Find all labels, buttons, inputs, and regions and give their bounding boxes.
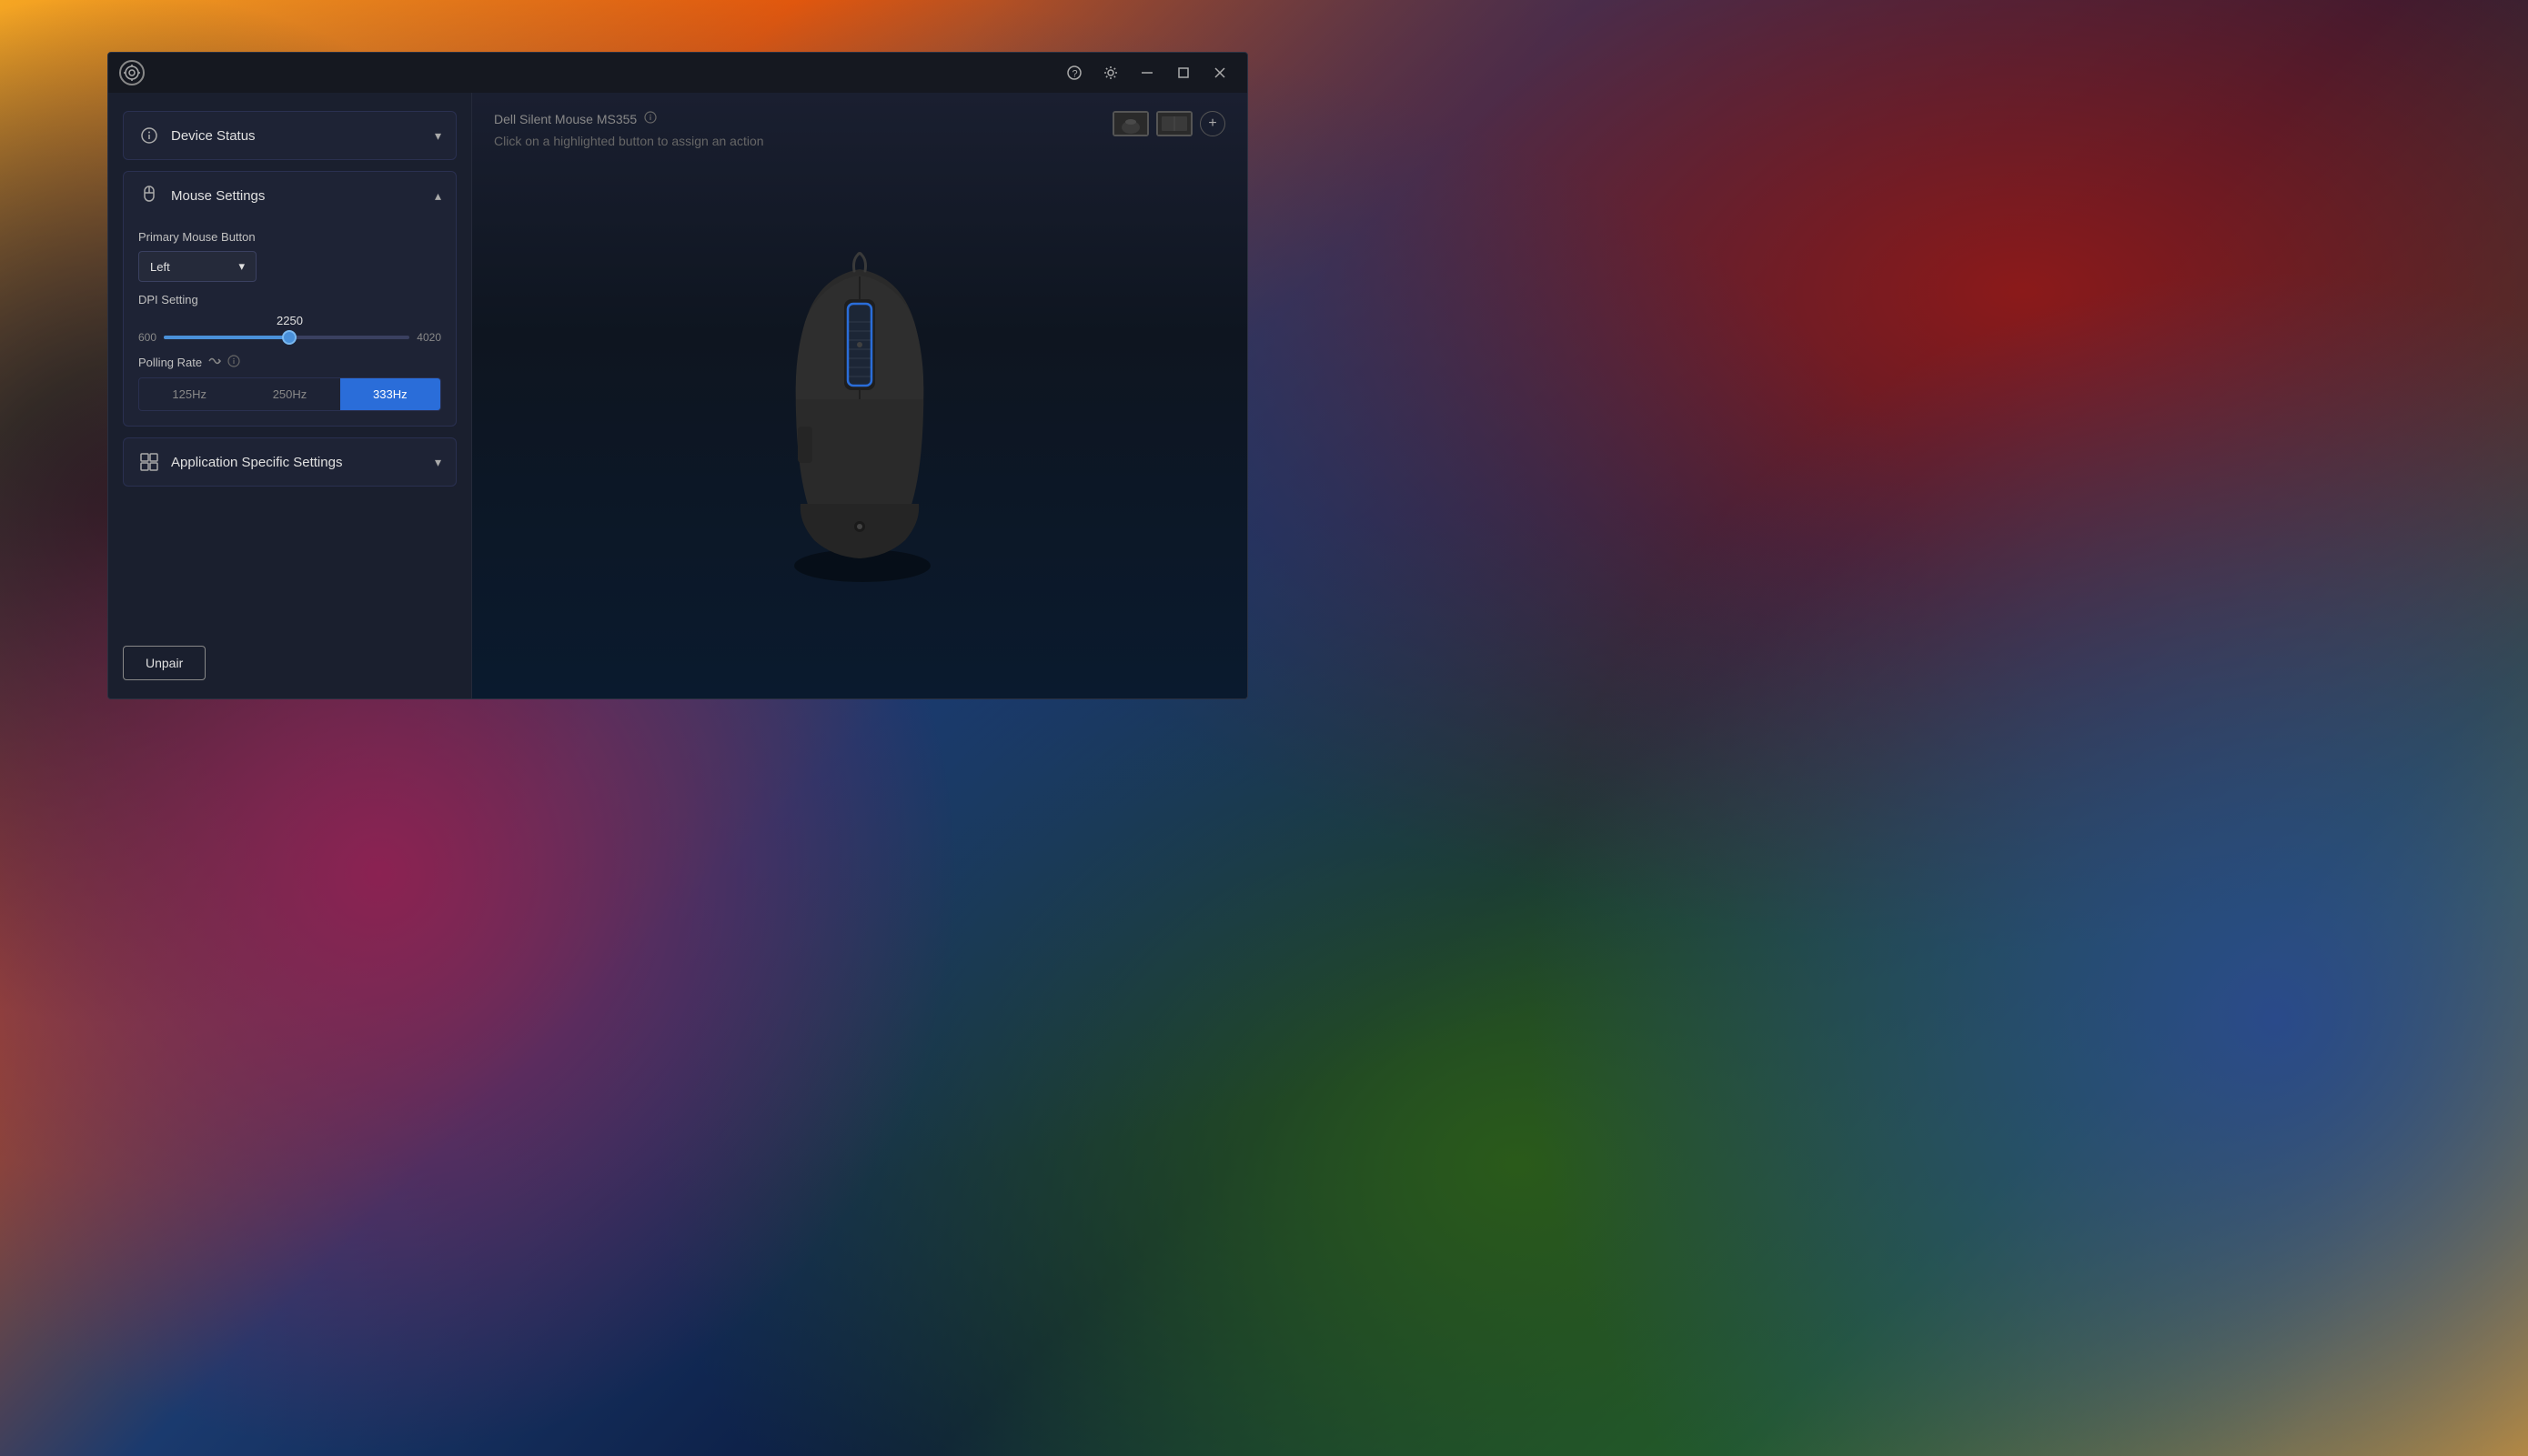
app-logo — [119, 60, 145, 85]
mouse-settings-title: Mouse Settings — [171, 188, 424, 204]
mouse-display — [494, 163, 1225, 680]
app-settings-header[interactable]: Application Specific Settings ▾ — [124, 438, 456, 486]
device-status-title: Device Status — [171, 128, 424, 144]
minimize-button[interactable] — [1131, 56, 1163, 89]
dpi-slider-row: 600 4020 — [138, 331, 441, 344]
app-settings-chevron: ▾ — [435, 455, 441, 470]
profile-2-thumbnail[interactable] — [1156, 111, 1193, 136]
dpi-slider-track[interactable] — [164, 336, 409, 339]
primary-button-dropdown[interactable]: Left ▾ — [138, 251, 257, 282]
polling-250hz-button[interactable]: 250Hz — [239, 378, 339, 410]
title-bar: ? — [108, 53, 1247, 93]
device-name: Dell Silent Mouse MS355 — [494, 112, 637, 126]
settings-button[interactable] — [1094, 56, 1127, 89]
mouse-settings-header[interactable]: Mouse Settings ▴ — [124, 172, 456, 219]
dpi-label: DPI Setting — [138, 293, 441, 306]
polling-label-row: Polling Rate — [138, 355, 441, 370]
title-bar-controls: ? — [1058, 56, 1236, 89]
dpi-slider-fill — [164, 336, 289, 339]
dropdown-arrow: ▾ — [238, 259, 245, 274]
app-settings-icon — [138, 451, 160, 473]
profile-area: + — [1113, 111, 1225, 136]
help-button[interactable]: ? — [1058, 56, 1091, 89]
device-status-header[interactable]: Device Status ▾ — [124, 112, 456, 159]
device-info-icon[interactable] — [644, 111, 657, 126]
dpi-current-value: 2250 — [277, 314, 303, 327]
app-window: ? — [107, 52, 1248, 699]
dpi-group: DPI Setting 2250 600 4020 — [138, 293, 441, 344]
primary-button-value: Left — [150, 260, 170, 274]
mouse-settings-content: Primary Mouse Button Left ▾ DPI Setting … — [124, 230, 456, 426]
dpi-min: 600 — [138, 331, 156, 344]
maximize-button[interactable] — [1167, 56, 1200, 89]
mouse-image — [723, 249, 996, 595]
add-profile-button[interactable]: + — [1200, 111, 1225, 136]
polling-info-icon[interactable] — [227, 355, 240, 370]
polling-icon — [207, 355, 222, 370]
polling-rate-group: Polling Rate — [138, 355, 441, 411]
profile-1-thumbnail[interactable] — [1113, 111, 1149, 136]
close-button[interactable] — [1204, 56, 1236, 89]
polling-125hz-button[interactable]: 125Hz — [139, 378, 239, 410]
device-status-section: Device Status ▾ — [123, 111, 457, 160]
device-status-icon — [138, 125, 160, 146]
unpair-button[interactable]: Unpair — [123, 646, 206, 680]
mouse-settings-icon — [138, 185, 160, 206]
primary-button-label: Primary Mouse Button — [138, 230, 441, 244]
mouse-settings-section: Mouse Settings ▴ Primary Mouse Button Le… — [123, 171, 457, 427]
right-panel: Dell Silent Mouse MS355 Click on a highl… — [472, 93, 1247, 698]
polling-rate-label: Polling Rate — [138, 356, 202, 369]
mouse-settings-chevron: ▴ — [435, 188, 441, 204]
polling-333hz-button[interactable]: 333Hz — [340, 378, 440, 410]
polling-buttons: 125Hz 250Hz 333Hz — [138, 377, 441, 411]
svg-text:?: ? — [1073, 69, 1078, 80]
app-settings-section: Application Specific Settings ▾ — [123, 437, 457, 487]
dpi-slider-thumb[interactable] — [282, 330, 297, 345]
dpi-max: 4020 — [417, 331, 441, 344]
device-status-chevron: ▾ — [435, 128, 441, 144]
main-content: Device Status ▾ Mouse Settings ▴ — [108, 93, 1247, 698]
dpi-value-row: 2250 — [138, 314, 441, 327]
title-bar-left — [119, 60, 145, 85]
primary-button-group: Primary Mouse Button Left ▾ — [138, 230, 441, 282]
app-settings-title: Application Specific Settings — [171, 455, 424, 470]
sidebar: Device Status ▾ Mouse Settings ▴ — [108, 93, 472, 698]
